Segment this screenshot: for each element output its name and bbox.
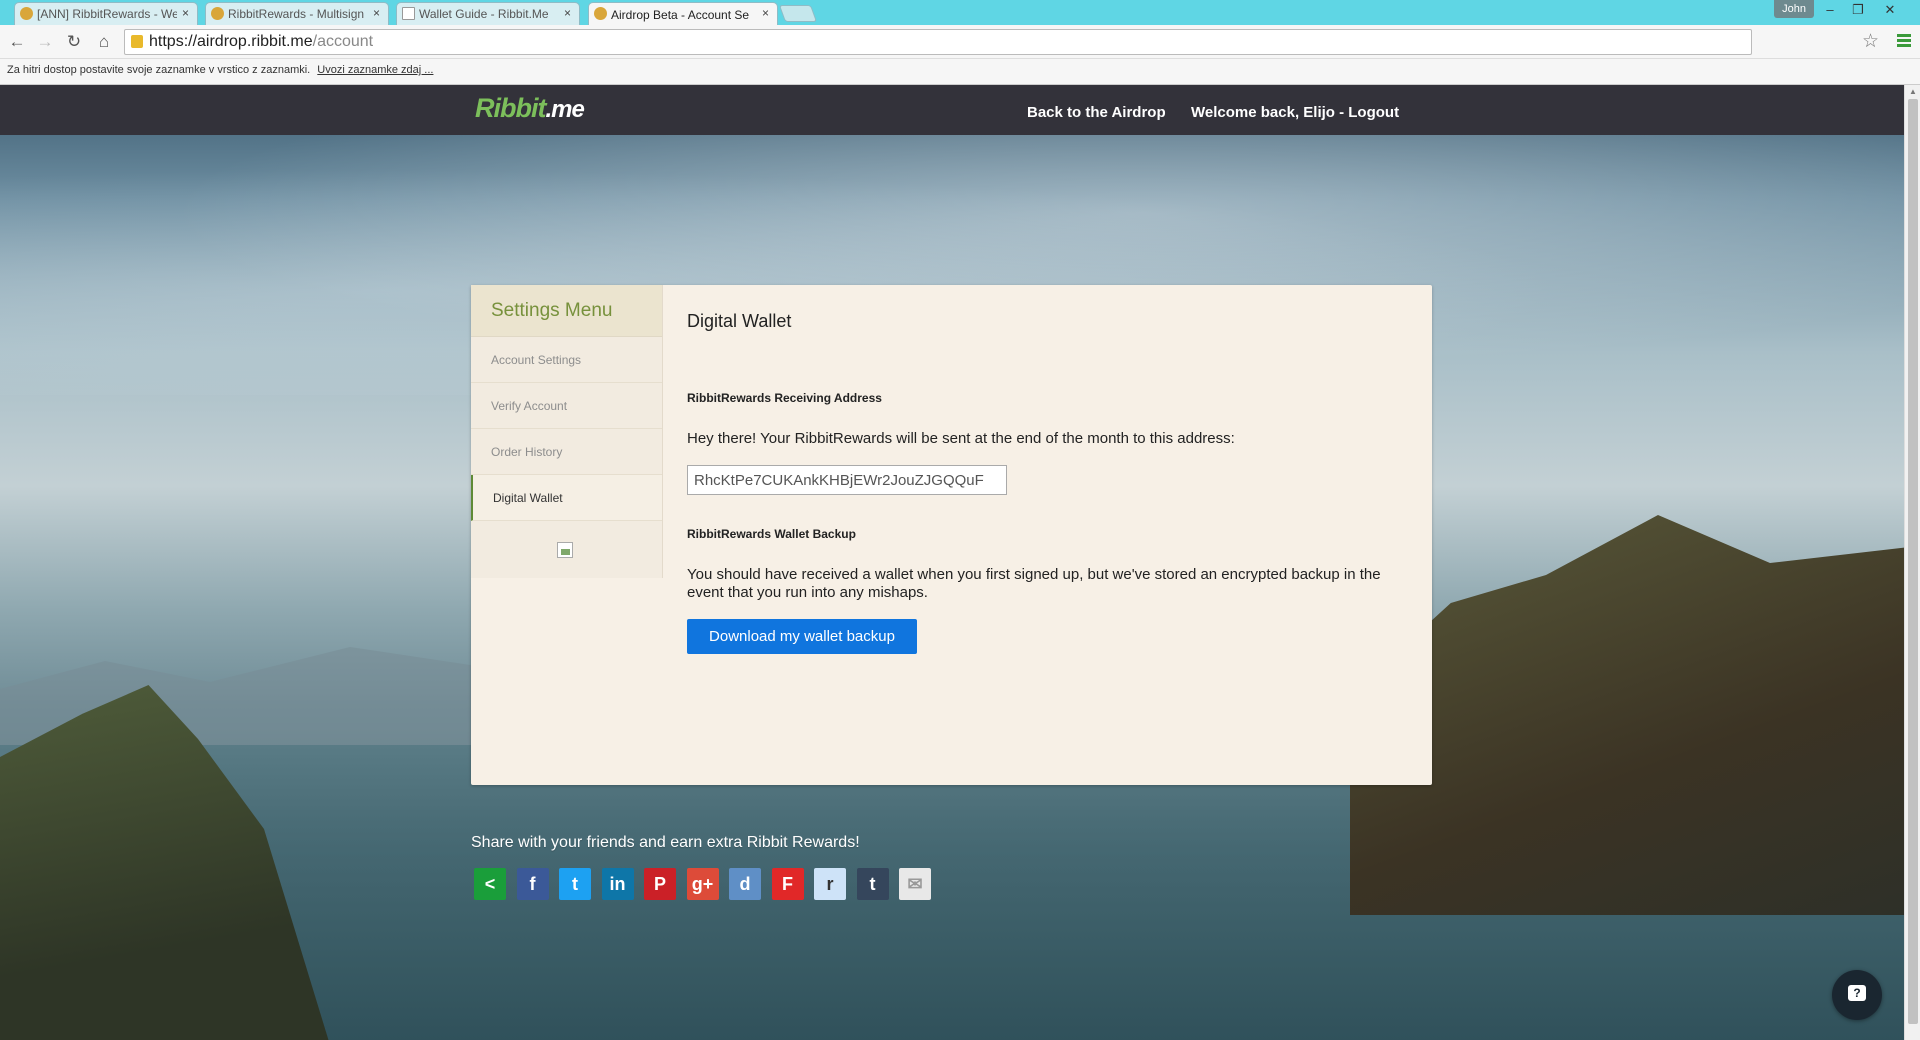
tab-close-icon[interactable]: × [373, 6, 380, 20]
delicious-icon[interactable]: d [729, 868, 761, 900]
bookmarks-hint: Za hitri dostop postavite svoje zaznamke… [7, 64, 311, 76]
share-buttons: < f t in P g+ d F r t ✉ [474, 868, 942, 900]
facebook-icon[interactable]: f [516, 868, 549, 900]
browser-tab[interactable]: [ANN] RibbitRewards - We × [14, 2, 198, 25]
address-bar[interactable]: https://airdrop.ribbit.me/account [124, 29, 1752, 55]
receiving-address-text: Hey there! Your RibbitRewards will be se… [687, 430, 1235, 447]
import-bookmarks-link[interactable]: Uvozi zaznamke zdaj ... [317, 64, 433, 76]
broken-image-icon [557, 542, 573, 558]
tab-title: Wallet Guide - Ribbit.Me [419, 7, 549, 21]
tab-favicon-icon [20, 7, 33, 20]
new-tab-button[interactable] [778, 5, 818, 22]
background-mountain-right [1350, 515, 1904, 915]
scroll-thumb[interactable] [1908, 99, 1918, 1024]
close-window-icon[interactable]: ✕ [1876, 0, 1904, 20]
back-icon[interactable]: ← [6, 31, 28, 53]
settings-panel: Settings Menu Account Settings Verify Ac… [471, 285, 1432, 785]
browser-tab[interactable]: RibbitRewards - Multisign × [205, 2, 389, 25]
browser-toolbar: ← → ↻ ⌂ https://airdrop.ribbit.me/accoun… [0, 25, 1920, 59]
flipboard-icon[interactable]: F [771, 868, 804, 900]
tab-title: [ANN] RibbitRewards - We [37, 7, 177, 21]
sidebar-item-verify-account[interactable]: Verify Account [471, 383, 662, 429]
chat-question-icon: ? [1848, 985, 1866, 1001]
share-icon[interactable]: < [474, 868, 506, 900]
ribbit-logo[interactable]: Ribbit.me [475, 93, 585, 124]
lock-icon [131, 35, 143, 48]
sidebar-image-area [471, 521, 662, 578]
wallet-content: Digital Wallet RibbitRewards Receiving A… [687, 285, 1417, 654]
scroll-up-icon[interactable]: ▲ [1909, 87, 1917, 96]
tab-title: Airdrop Beta - Account Se [611, 7, 750, 22]
settings-menu-title: Settings Menu [471, 285, 662, 337]
forward-icon[interactable]: → [34, 31, 56, 53]
profile-badge[interactable]: John [1774, 0, 1814, 18]
minimize-icon[interactable]: – [1816, 0, 1844, 20]
tumblr-icon[interactable]: t [856, 868, 889, 900]
download-wallet-backup-button[interactable]: Download my wallet backup [687, 619, 917, 654]
browser-tab[interactable]: Wallet Guide - Ribbit.Me × [396, 2, 580, 25]
bookmark-star-icon[interactable]: ☆ [1862, 30, 1879, 53]
pinterest-icon[interactable]: P [644, 868, 676, 900]
bookmarks-bar: Za hitri dostop postavite svoje zaznamke… [0, 59, 1920, 85]
google-plus-icon[interactable]: g+ [686, 868, 719, 900]
tab-favicon-icon [211, 7, 224, 20]
sidebar-item-account-settings[interactable]: Account Settings [471, 337, 662, 383]
tab-close-icon[interactable]: × [762, 6, 769, 20]
url-host: https://airdrop.ribbit.me [149, 33, 313, 50]
site-header: Ribbit.me Back to the Airdrop Welcome ba… [0, 85, 1904, 135]
linkedin-icon[interactable]: in [601, 868, 634, 900]
back-to-airdrop-link[interactable]: Back to the Airdrop [1027, 104, 1166, 121]
sidebar-item-digital-wallet[interactable]: Digital Wallet [471, 475, 662, 521]
wallet-backup-text: You should have received a wallet when y… [687, 566, 1381, 601]
settings-sidebar: Settings Menu Account Settings Verify Ac… [471, 285, 663, 578]
receiving-address-field[interactable] [687, 465, 1007, 495]
page-viewport: Ribbit.me Back to the Airdrop Welcome ba… [0, 85, 1904, 1040]
sidebar-item-order-history[interactable]: Order History [471, 429, 662, 475]
email-icon[interactable]: ✉ [899, 868, 931, 900]
tab-favicon-icon [594, 7, 607, 20]
wallet-backup-heading: RibbitRewards Wallet Backup [687, 527, 856, 541]
share-prompt: Share with your friends and earn extra R… [471, 834, 860, 851]
receiving-address-heading: RibbitRewards Receiving Address [687, 391, 882, 405]
support-chat-button[interactable]: ? [1832, 970, 1882, 1020]
reddit-icon[interactable]: r [814, 868, 846, 900]
browser-menu-icon[interactable] [1897, 34, 1911, 48]
restore-icon[interactable]: ❐ [1844, 0, 1872, 20]
welcome-logout-link[interactable]: Welcome back, Elijo - Logout [1191, 104, 1399, 121]
browser-tab-active[interactable]: Airdrop Beta - Account Se × [588, 2, 778, 26]
tab-title: RibbitRewards - Multisign [228, 7, 365, 21]
twitter-icon[interactable]: t [559, 868, 591, 900]
home-icon[interactable]: ⌂ [93, 31, 115, 53]
tab-strip: [ANN] RibbitRewards - We × RibbitRewards… [0, 0, 1920, 26]
tab-close-icon[interactable]: × [564, 6, 571, 20]
page-scrollbar[interactable]: ▲ [1904, 85, 1920, 1040]
page-title: Digital Wallet [687, 311, 792, 331]
url-path: /account [312, 33, 374, 50]
reload-icon[interactable]: ↻ [63, 31, 85, 53]
tab-document-icon [402, 7, 415, 20]
tab-close-icon[interactable]: × [182, 6, 189, 20]
